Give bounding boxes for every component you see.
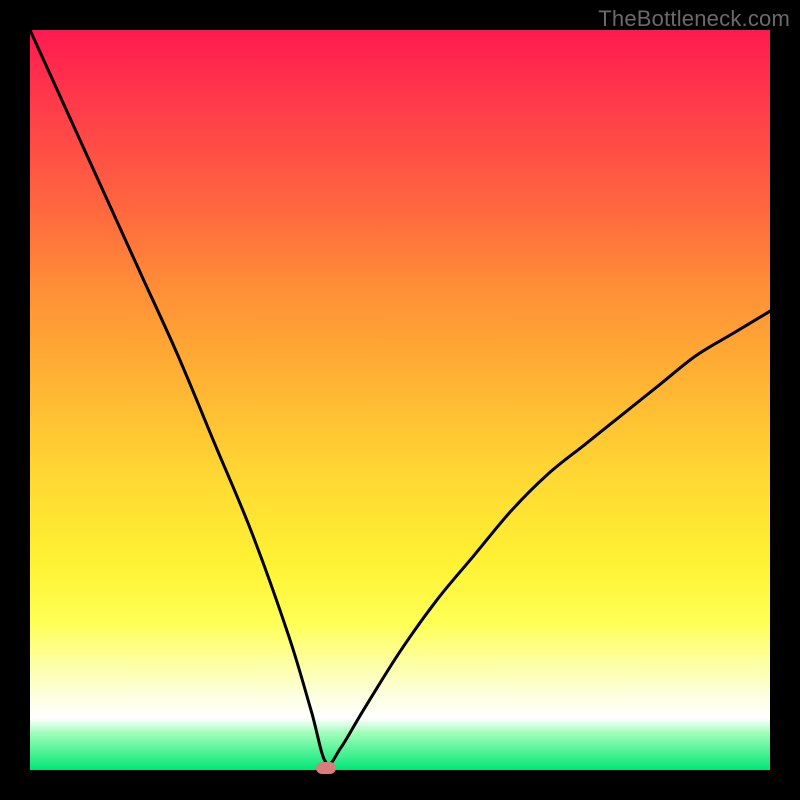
curve-svg: [30, 30, 770, 770]
plot-area: [30, 30, 770, 770]
vertex-marker: [316, 762, 336, 774]
attribution-text: TheBottleneck.com: [598, 6, 790, 32]
chart-frame: TheBottleneck.com: [0, 0, 800, 800]
bottleneck-curve: [30, 30, 770, 764]
